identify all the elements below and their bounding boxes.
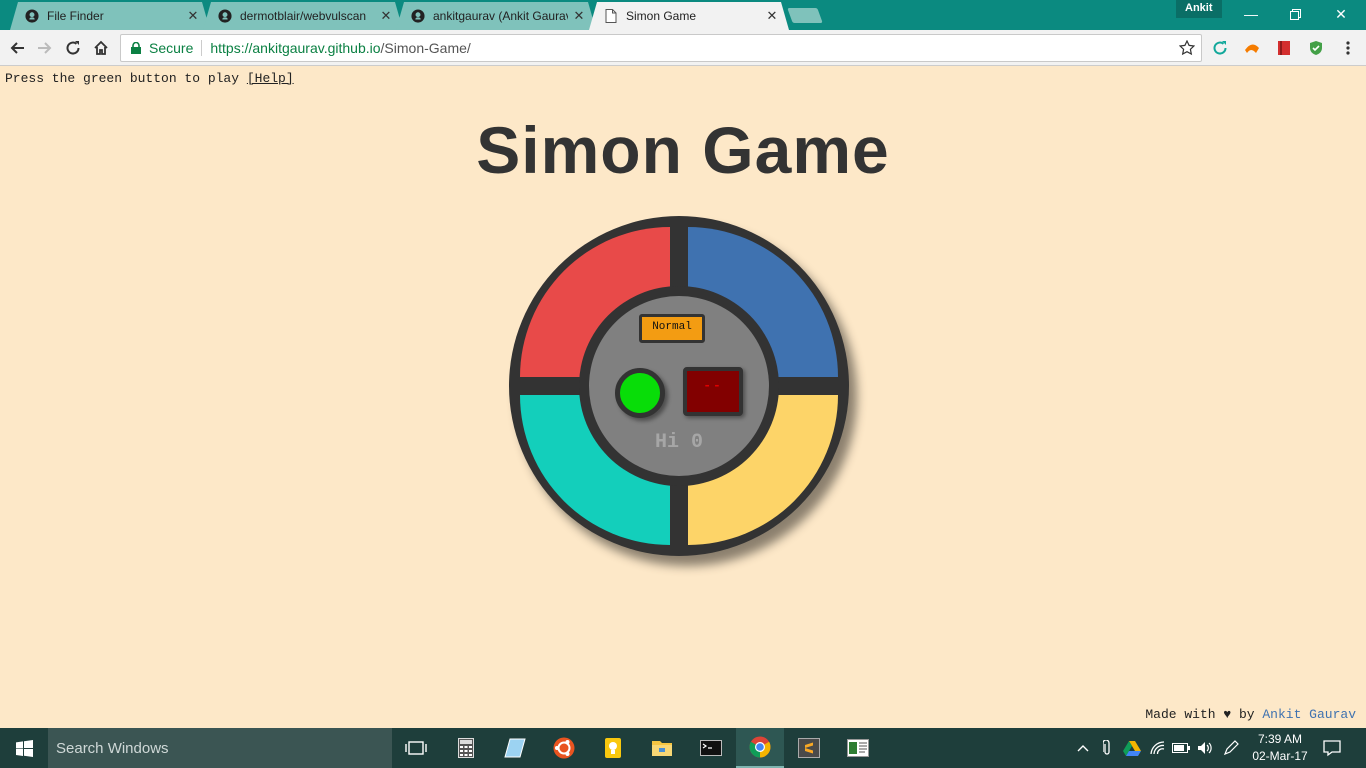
tab-file-finder[interactable]: File Finder ✕ (10, 2, 210, 30)
file-explorer-icon[interactable] (638, 728, 686, 768)
pen-icon[interactable] (1222, 739, 1240, 757)
credit-footer: Made with ♥ by Ankit Gaurav (1145, 707, 1356, 722)
shield-extension-icon[interactable] (1307, 39, 1325, 57)
profile-button[interactable]: Ankit (1176, 0, 1222, 18)
bookmark-star-icon[interactable] (1178, 39, 1196, 56)
tab-title: ankitgaurav (Ankit Gaurav) (433, 9, 568, 23)
credit-prefix: Made with ♥ by (1145, 707, 1263, 722)
new-tab-button[interactable] (787, 8, 823, 23)
help-link[interactable]: [Help] (247, 71, 294, 86)
back-icon[interactable] (4, 35, 30, 61)
clock-time: 7:39 AM (1257, 732, 1303, 746)
address-bar[interactable]: Secure https://ankitgaurav.github.io/Sim… (120, 34, 1202, 62)
home-icon[interactable] (88, 35, 114, 61)
github-icon (217, 8, 233, 24)
tab-simon-game[interactable]: Simon Game ✕ (589, 2, 789, 30)
terminal-icon[interactable] (687, 728, 735, 768)
volume-icon[interactable] (1196, 739, 1214, 757)
orange-extension-icon[interactable] (1243, 39, 1261, 57)
instruction-label: Press the green button to play (5, 71, 247, 86)
sublime-icon[interactable] (785, 728, 833, 768)
paperclip-icon[interactable] (1098, 739, 1116, 757)
restore-icon[interactable] (1272, 0, 1318, 28)
wifi-icon[interactable] (1148, 739, 1166, 757)
calculator-icon[interactable] (442, 728, 490, 768)
hi-score: Hi 0 (654, 431, 703, 454)
close-icon[interactable]: ✕ (572, 9, 586, 23)
url-path: /Simon-Game/ (380, 40, 471, 56)
github-icon (410, 8, 426, 24)
windows-taskbar: Search Windows 7:39 AM 02-Mar-17 (0, 728, 1366, 768)
google-drive-icon[interactable] (1123, 739, 1141, 757)
close-icon[interactable]: ✕ (765, 9, 779, 23)
reload-icon[interactable] (60, 35, 86, 61)
mode-button[interactable]: Normal (639, 314, 705, 343)
browser-toolbar: Secure https://ankitgaurav.github.io/Sim… (0, 30, 1366, 66)
taskbar-search[interactable]: Search Windows (48, 728, 392, 768)
tab-ankitgaurav[interactable]: ankitgaurav (Ankit Gaurav) ✕ (396, 2, 596, 30)
page-title: Simon Game (476, 113, 890, 187)
menu-icon[interactable] (1339, 39, 1357, 57)
forward-icon[interactable] (32, 35, 58, 61)
url-host: https://ankitgaurav.github.io (210, 40, 381, 56)
browser-tab-strip: File Finder ✕ dermotblair/webvulscan ✕ a… (0, 0, 1366, 30)
close-icon[interactable]: ✕ (186, 9, 200, 23)
windows-start-icon[interactable] (0, 728, 48, 768)
github-icon (24, 8, 40, 24)
security-label: Secure (149, 40, 194, 56)
simon-board: Normal -- Hi 0 (509, 216, 849, 556)
sync-extension-icon[interactable] (1211, 39, 1229, 57)
close-window-icon[interactable]: ✕ (1318, 0, 1364, 28)
lightbulb-icon[interactable] (589, 728, 637, 768)
presentation-icon[interactable] (834, 728, 882, 768)
count-display: -- (683, 367, 743, 416)
page-content: Press the green button to play [Help] Si… (0, 66, 1366, 728)
show-hidden-icons-icon[interactable] (1074, 739, 1092, 757)
close-icon[interactable]: ✕ (379, 9, 393, 23)
taskbar-clock[interactable]: 7:39 AM 02-Mar-17 (1244, 731, 1316, 765)
clock-date: 02-Mar-17 (1252, 749, 1308, 763)
tab-title: Simon Game (626, 9, 697, 23)
divider (201, 40, 203, 56)
author-link[interactable]: Ankit Gaurav (1262, 707, 1356, 722)
tab-title: dermotblair/webvulscan (240, 9, 367, 23)
instruction-text: Press the green button to play [Help] (5, 71, 294, 86)
action-center-icon[interactable] (1322, 738, 1342, 758)
lock-icon (129, 41, 143, 55)
start-button[interactable] (615, 368, 665, 418)
control-panel: Normal -- Hi 0 (579, 286, 779, 486)
tab-title: File Finder (47, 9, 104, 23)
ubuntu-icon[interactable] (540, 728, 588, 768)
page-icon (603, 8, 619, 24)
battery-icon[interactable] (1172, 739, 1190, 757)
control-panel-face: Normal -- Hi 0 (589, 296, 769, 476)
book-extension-icon[interactable] (1275, 39, 1293, 57)
chrome-icon[interactable] (736, 728, 784, 768)
task-view-icon[interactable] (392, 728, 440, 768)
notes-icon[interactable] (491, 728, 539, 768)
minimize-icon[interactable]: — (1228, 0, 1274, 28)
tab-webvulscan[interactable]: dermotblair/webvulscan ✕ (203, 2, 403, 30)
